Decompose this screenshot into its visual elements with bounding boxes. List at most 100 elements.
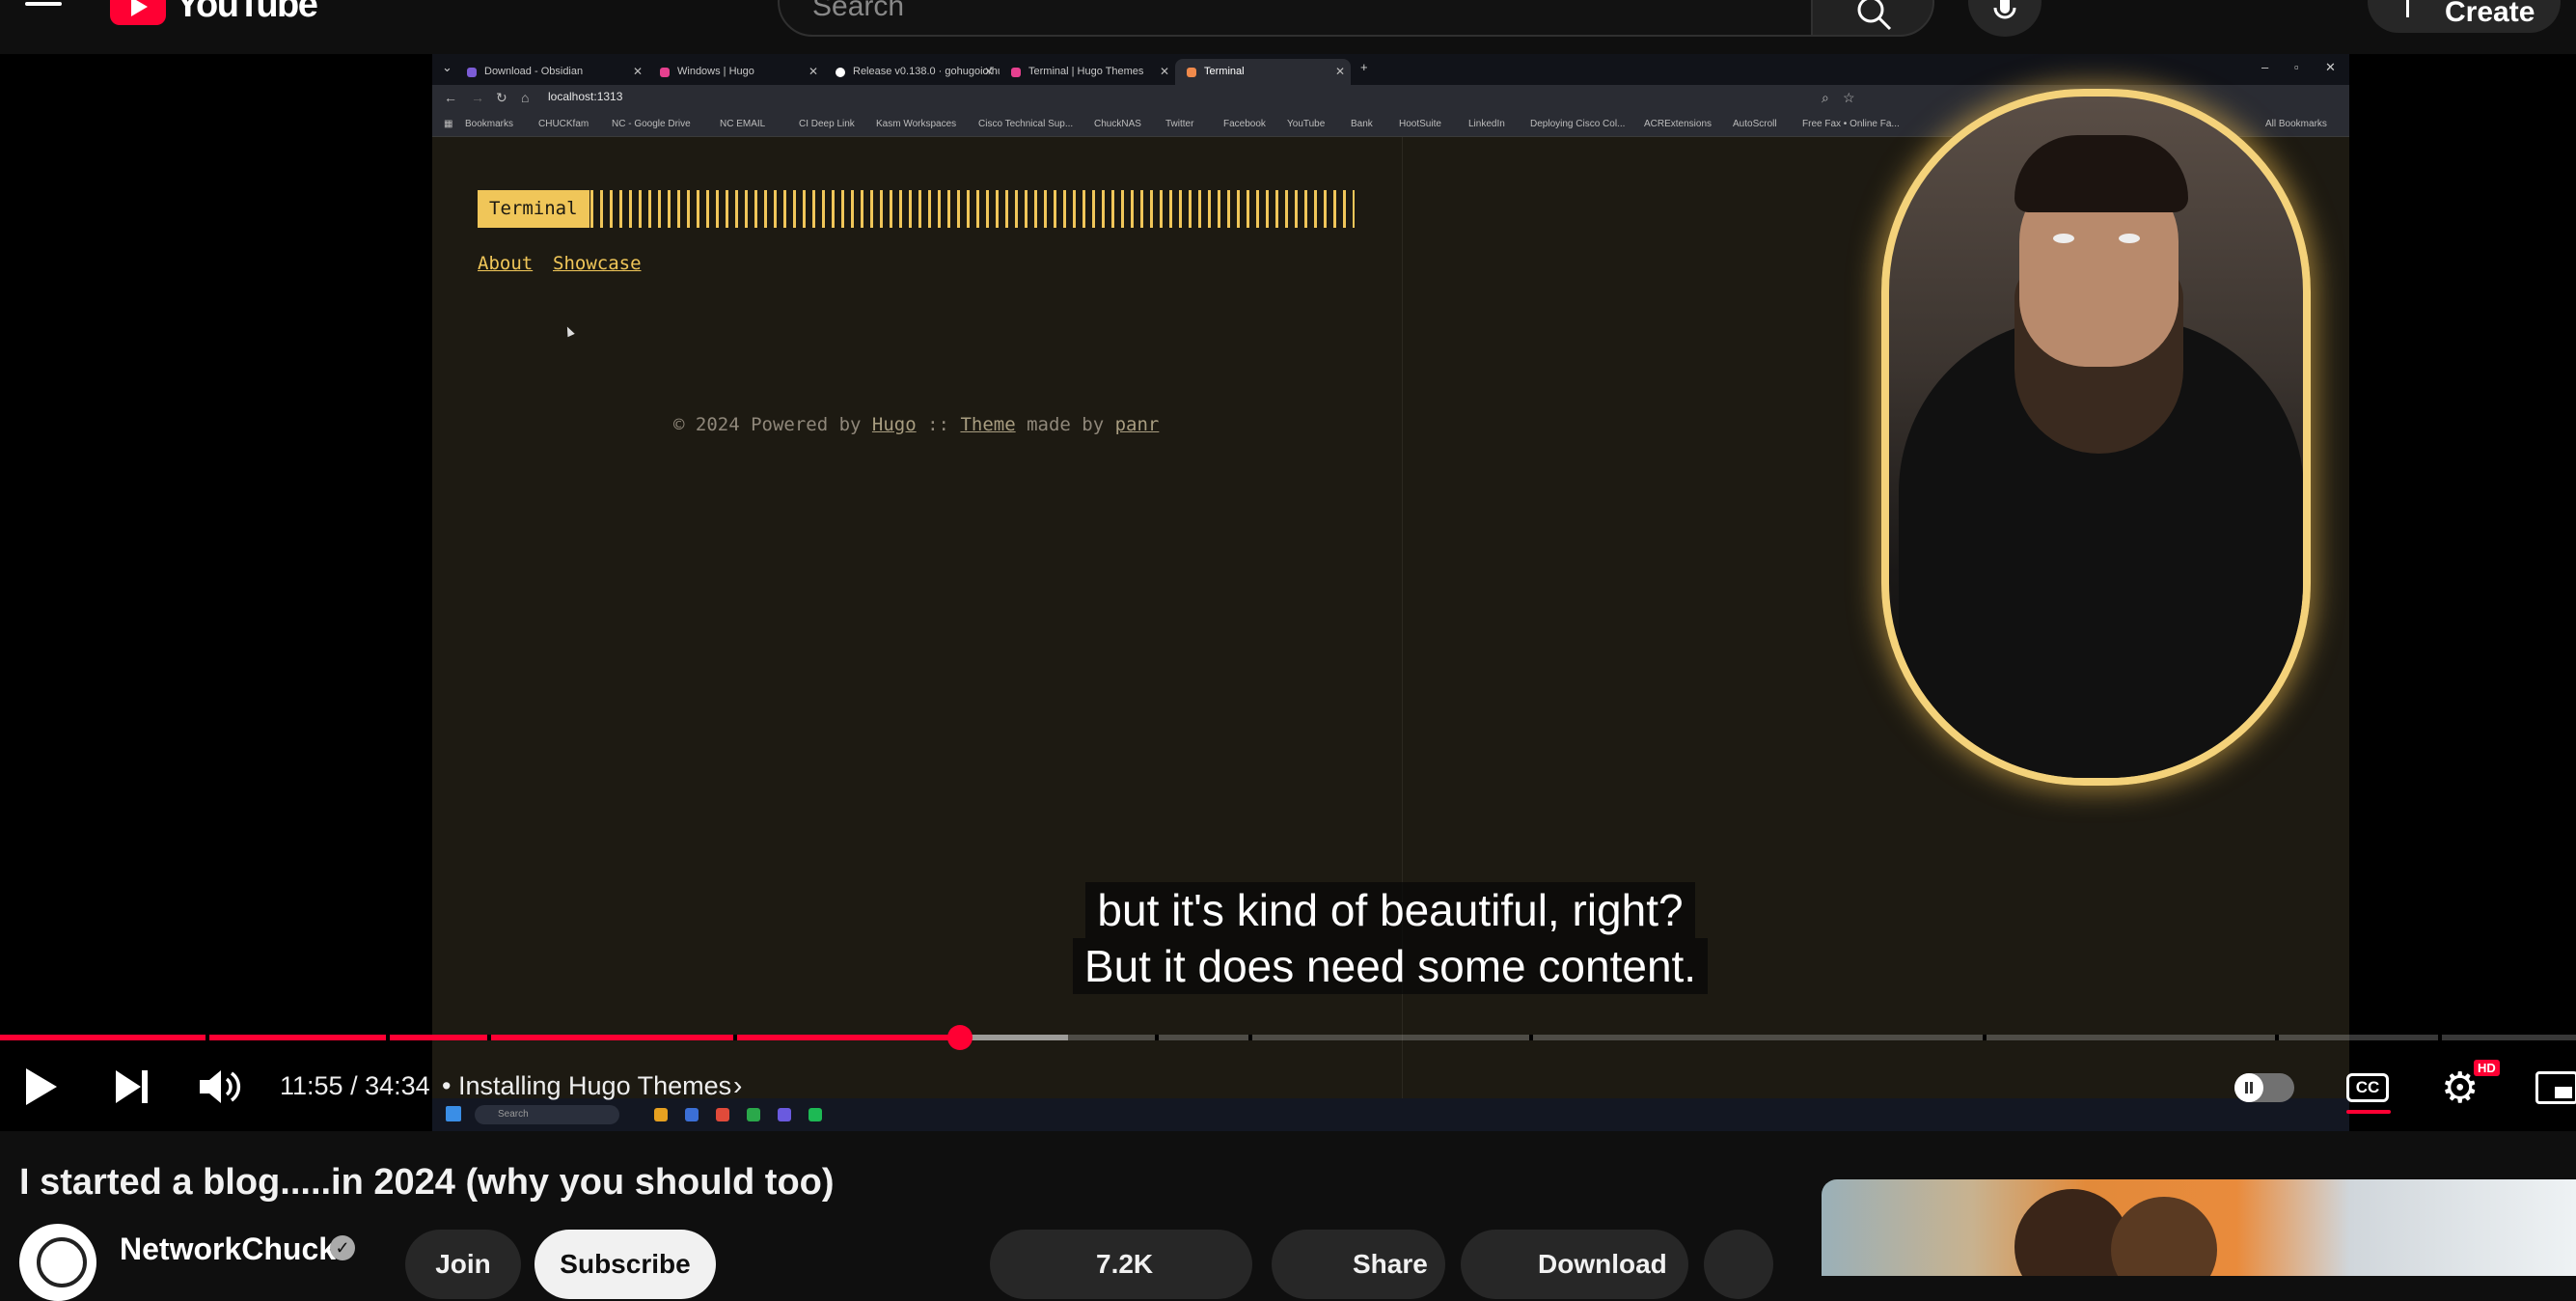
plus-icon [2406, 0, 2409, 17]
search-icon [1857, 0, 1892, 31]
more-actions-button[interactable] [1704, 1230, 1773, 1299]
github-icon [836, 68, 845, 77]
site-logo: Terminal [478, 190, 589, 228]
browser-tab: Release v0.138.0 · gohugoio/hu ✕ [824, 59, 1000, 85]
taskbar-search: Search [475, 1105, 619, 1124]
chapter-gap [1248, 1035, 1252, 1040]
taskbar-app-icon [778, 1108, 791, 1121]
chapter-separator: • [442, 1071, 452, 1100]
like-button[interactable]: 7.2K [990, 1230, 1252, 1299]
captions-button[interactable]: CC [2346, 1073, 2389, 1102]
close-icon: ✕ [1334, 65, 1345, 78]
next-icon [116, 1070, 148, 1103]
download-button[interactable]: Download [1461, 1230, 1688, 1299]
play-button[interactable] [19, 1066, 62, 1108]
video-player[interactable]: ⌄ Download - Obsidian ✕ Windows | Hugo ✕ R… [0, 54, 2576, 1131]
bookmark-item: LinkedIn [1468, 119, 1505, 129]
browser-tab-active: Terminal ✕ [1175, 59, 1351, 85]
close-window-icon: ✕ [2325, 60, 2336, 74]
share-label: Share [1353, 1249, 1428, 1279]
back-icon: ← [444, 90, 457, 105]
subscribe-button[interactable]: Subscribe [534, 1230, 716, 1299]
chapter-title[interactable]: • Installing Hugo Themes [442, 1071, 731, 1101]
bookmark-item: Bank [1351, 119, 1373, 129]
maximize-icon: ▫ [2294, 60, 2299, 74]
play-icon [26, 1068, 57, 1105]
bookmark-item: ChuckNAS [1094, 119, 1141, 129]
minimize-icon: – [2261, 60, 2269, 74]
voice-search-button[interactable] [1968, 0, 2042, 37]
progress-bar[interactable] [0, 1035, 2576, 1040]
share-button[interactable]: Share [1272, 1230, 1445, 1299]
microphone-icon [1993, 0, 2016, 19]
author-link: panr [1114, 414, 1160, 435]
close-icon: ✕ [1159, 65, 1169, 78]
caption-line-1: but it's kind of beautiful, right? [1085, 882, 1695, 938]
close-icon: ✕ [632, 65, 643, 78]
search-button[interactable] [1811, 0, 1934, 37]
reload-icon: ↻ [496, 90, 507, 105]
new-tab-icon: + [1360, 60, 1368, 74]
chapter-gap [1983, 1035, 1987, 1040]
logo-bars-decoration [590, 190, 1355, 228]
captions-active-indicator [2346, 1110, 2391, 1114]
apps-icon: ▦ [444, 119, 453, 129]
next-button[interactable] [110, 1067, 152, 1106]
bookmark-item: Kasm Workspaces [876, 119, 957, 129]
forward-icon: → [471, 90, 484, 105]
bookmark-item: CHUCKfam [538, 119, 589, 129]
theme-link: Theme [960, 414, 1016, 435]
hugo-icon [660, 68, 670, 77]
site-footer: © 2024 Powered by Hugo :: Theme made by … [673, 414, 1160, 435]
volume-icon [200, 1070, 241, 1103]
progress-played [0, 1035, 960, 1040]
bookmark-item: AutoScroll [1733, 119, 1777, 129]
chapter-gap [386, 1035, 390, 1040]
bookmark-item: HootSuite [1399, 119, 1441, 129]
nav-link-showcase: Showcase [553, 253, 642, 274]
windows-start-icon [446, 1106, 461, 1121]
mouse-cursor-icon [563, 324, 575, 338]
bookmark-item: Facebook [1223, 119, 1266, 129]
browser-tab: Terminal | Hugo Themes ✕ [1000, 59, 1175, 85]
browser-tab-strip: ⌄ Download - Obsidian ✕ Windows | Hugo ✕ R… [432, 54, 2349, 85]
bookmark-item: ACRExtensions [1644, 119, 1713, 129]
obsidian-icon [467, 68, 477, 77]
recommended-video-thumbnail[interactable] [1822, 1179, 2576, 1276]
url-text: localhost:1313 [548, 90, 623, 103]
menu-icon[interactable] [25, 0, 62, 10]
taskbar-app-icon [654, 1108, 668, 1121]
caption-line-2: But it does need some content. [1072, 938, 1709, 994]
join-button[interactable]: Join [405, 1230, 521, 1299]
youtube-logo[interactable]: YouTube [110, 0, 318, 26]
progress-scrubber[interactable] [946, 1025, 973, 1050]
autoplay-toggle[interactable] [2234, 1073, 2294, 1102]
volume-button[interactable] [197, 1067, 245, 1106]
create-label: Create [2445, 0, 2535, 28]
search-input[interactable]: Search [778, 0, 1813, 37]
channel-avatar[interactable] [19, 1224, 96, 1301]
channel-name[interactable]: NetworkChuck [120, 1232, 336, 1267]
time-display: 11:55 / 34:34 [280, 1071, 430, 1100]
close-icon: ✕ [808, 65, 818, 78]
create-button[interactable]: Create [2368, 0, 2561, 33]
chapter-gap [1155, 1035, 1159, 1040]
miniplayer-button[interactable] [2535, 1071, 2576, 1104]
presenter-hair [2014, 135, 2188, 212]
verified-badge-icon: ✓ [330, 1235, 355, 1260]
thumbnail-person [2111, 1197, 2217, 1276]
bookmark-item: All Bookmarks [2265, 119, 2327, 129]
bookmark-item: NC EMAIL [720, 119, 766, 129]
terminal-favicon-icon [1187, 68, 1196, 77]
bookmark-item: Twitter [1165, 119, 1194, 129]
windows-taskbar: Search [432, 1098, 2349, 1131]
hd-badge: HD [2474, 1060, 2500, 1076]
masthead: YouTube Search Create [0, 0, 2576, 54]
star-icon: ☆ [1843, 90, 1855, 105]
zoom-icon: ⌕ [1822, 90, 1829, 105]
bookmark-item: Deploying Cisco Col... [1530, 119, 1626, 129]
presenter-eye [2053, 234, 2074, 243]
search-placeholder: Search [812, 0, 905, 22]
chapter-gap [733, 1035, 737, 1040]
chapter-gap [2438, 1035, 2442, 1040]
